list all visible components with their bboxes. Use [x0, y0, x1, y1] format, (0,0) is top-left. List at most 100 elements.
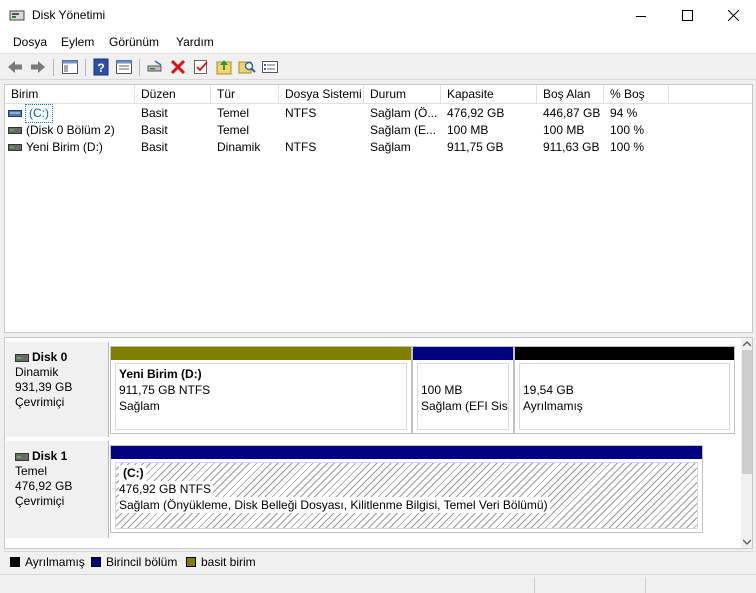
partition-size: 476,92 GB NTFS	[119, 481, 214, 497]
forward-icon[interactable]	[29, 58, 47, 76]
free-space-cell: 100 MB	[543, 123, 585, 137]
close-icon	[727, 10, 739, 21]
legend-label-unallocated: Ayrılmamış	[25, 555, 85, 569]
partition-size: 911,75 GB NTFS	[119, 383, 211, 397]
close-button[interactable]	[710, 0, 756, 31]
volume-name-cell: (Disk 0 Bölüm 2)	[26, 123, 115, 137]
status-cell: Sağlam	[370, 140, 411, 154]
column-header-kapasite[interactable]: Kapasite	[441, 85, 537, 104]
status-bar	[0, 574, 756, 593]
capacity-cell: 476,92 GB	[447, 106, 505, 120]
partition-size: 19,54 GB	[523, 383, 574, 397]
vertical-scrollbar[interactable]	[741, 338, 752, 548]
disk-0-label[interactable]: Disk 0 Dinamik 931,39 GB Çevrimiçi	[6, 342, 109, 437]
partition-c[interactable]: (C:) 476,92 GB NTFS Sağlam (Önyükleme, D…	[110, 445, 703, 533]
free-space-cell: 446,87 GB	[543, 106, 601, 120]
type-cell: Dinamik	[217, 140, 261, 154]
search-icon[interactable]	[238, 58, 256, 76]
filesystem-cell: NTFS	[285, 140, 317, 154]
partition-bar	[111, 446, 702, 459]
minimize-button[interactable]	[618, 0, 664, 31]
column-header-dosya-sistemi[interactable]: Dosya Sistemi	[279, 85, 364, 104]
menu-bar: Dosya Eylem Görünüm Yardım	[0, 31, 756, 53]
table-row[interactable]: Yeni Birim (D:) Basit Dinamik NTFS Sağla…	[5, 139, 752, 156]
disk-kind: Temel	[15, 464, 48, 478]
partition-title: (C:)	[119, 465, 146, 481]
menu-yardim[interactable]: Yardım	[176, 35, 214, 49]
partition-bar	[413, 347, 513, 360]
free-space-cell: 911,63 GB	[543, 140, 600, 154]
volume-name-cell: (C:)	[25, 104, 53, 123]
layout-cell: Basit	[141, 106, 168, 120]
column-header-birim[interactable]: Birim	[5, 85, 135, 104]
disk-kind: Dinamik	[15, 365, 59, 379]
percent-free-cell: 94 %	[610, 106, 638, 120]
maximize-button[interactable]	[664, 0, 710, 31]
disk-row-0: Disk 0 Dinamik 931,39 GB Çevrimiçi Yeni …	[5, 342, 735, 437]
legend-swatch-primary	[91, 557, 101, 567]
partition-status: Sağlam (EFI Siste	[421, 399, 509, 413]
disk-icon	[15, 453, 29, 461]
window-title: Disk Yönetimi	[32, 8, 106, 22]
disk-size: 931,39 GB	[15, 380, 73, 394]
partition-efi[interactable]: 100 MB Sağlam (EFI Siste	[412, 346, 514, 434]
status-cell: Sağlam (Ö...	[370, 106, 438, 120]
column-header-yuzde-bos[interactable]: % Boş	[604, 85, 669, 104]
partition-title: Yeni Birim (D:)	[119, 367, 202, 381]
list-icon[interactable]	[261, 58, 279, 76]
legend-swatch-simple	[186, 557, 196, 567]
toolbar: ?	[0, 53, 756, 80]
partition-status: Sağlam	[119, 399, 160, 413]
connect-drive-icon[interactable]	[146, 58, 164, 76]
menu-gorunum[interactable]: Görünüm	[109, 35, 159, 49]
column-header-bos-alan[interactable]: Boş Alan	[537, 85, 604, 104]
partition-status: Sağlam (Önyükleme, Disk Belleği Dosyası,…	[119, 497, 550, 513]
volume-name-cell: Yeni Birim (D:)	[26, 140, 103, 154]
disk-row-1: Disk 1 Temel 476,92 GB Çevrimiçi (C:) 47…	[5, 441, 735, 538]
legend: Ayrılmamış Birincil bölüm basit birim	[4, 551, 753, 571]
layout-cell: Basit	[141, 123, 168, 137]
back-icon[interactable]	[6, 58, 24, 76]
partition-unallocated[interactable]: 19,54 GB Ayrılmamış	[514, 346, 735, 434]
menu-eylem[interactable]: Eylem	[61, 35, 94, 49]
table-row[interactable]: (C:) Basit Temel NTFS Sağlam (Ö... 476,9…	[5, 104, 752, 123]
partition-status: Ayrılmamış	[523, 399, 583, 413]
disk-graphical-view: Disk 0 Dinamik 931,39 GB Çevrimiçi Yeni …	[4, 337, 753, 549]
disk-management-window: Disk Yönetimi Dosya Eylem Görünüm Yardım…	[0, 0, 756, 593]
title-bar[interactable]: Disk Yönetimi	[0, 0, 756, 31]
volume-icon	[8, 127, 22, 134]
scroll-up-icon[interactable]	[743, 340, 751, 348]
svg-text:?: ?	[97, 61, 104, 75]
help-icon[interactable]: ?	[92, 58, 110, 76]
scroll-down-icon[interactable]	[743, 538, 751, 546]
column-header-durum[interactable]: Durum	[364, 85, 441, 104]
properties-icon[interactable]	[115, 58, 133, 76]
console-tree-icon[interactable]	[61, 58, 79, 76]
import-icon[interactable]	[215, 58, 233, 76]
column-header-duzen[interactable]: Düzen	[135, 85, 211, 104]
disk-state: Çevrimiçi	[15, 494, 65, 508]
percent-free-cell: 100 %	[610, 140, 645, 154]
delete-icon[interactable]	[169, 58, 187, 76]
disk-1-label[interactable]: Disk 1 Temel 476,92 GB Çevrimiçi	[6, 441, 109, 538]
partition-bar	[515, 347, 734, 360]
disk-icon	[15, 354, 29, 362]
type-cell: Temel	[217, 123, 250, 137]
volume-list: Birim Düzen Tür Dosya Sistemi Durum Kapa…	[4, 84, 753, 333]
check-icon[interactable]	[192, 58, 210, 76]
menu-dosya[interactable]: Dosya	[13, 35, 47, 49]
disk-name: Disk 1	[32, 449, 68, 463]
status-cell: Sağlam (E...	[370, 123, 437, 137]
table-row[interactable]: (Disk 0 Bölüm 2) Basit Temel Sağlam (E..…	[5, 122, 752, 139]
legend-swatch-unallocated	[10, 557, 20, 567]
volume-icon	[8, 144, 22, 151]
capacity-cell: 911,75 GB	[447, 140, 504, 154]
partition-yeni-birim-d[interactable]: Yeni Birim (D:) 911,75 GB NTFS Sağlam	[110, 346, 412, 434]
minimize-icon	[636, 15, 646, 17]
scrollbar-thumb[interactable]	[742, 350, 752, 474]
column-header-tur[interactable]: Tür	[211, 85, 279, 104]
maximize-icon	[681, 10, 693, 21]
disk-size: 476,92 GB	[15, 479, 73, 493]
filesystem-cell: NTFS	[285, 106, 317, 120]
partition-size: 100 MB	[421, 383, 463, 397]
